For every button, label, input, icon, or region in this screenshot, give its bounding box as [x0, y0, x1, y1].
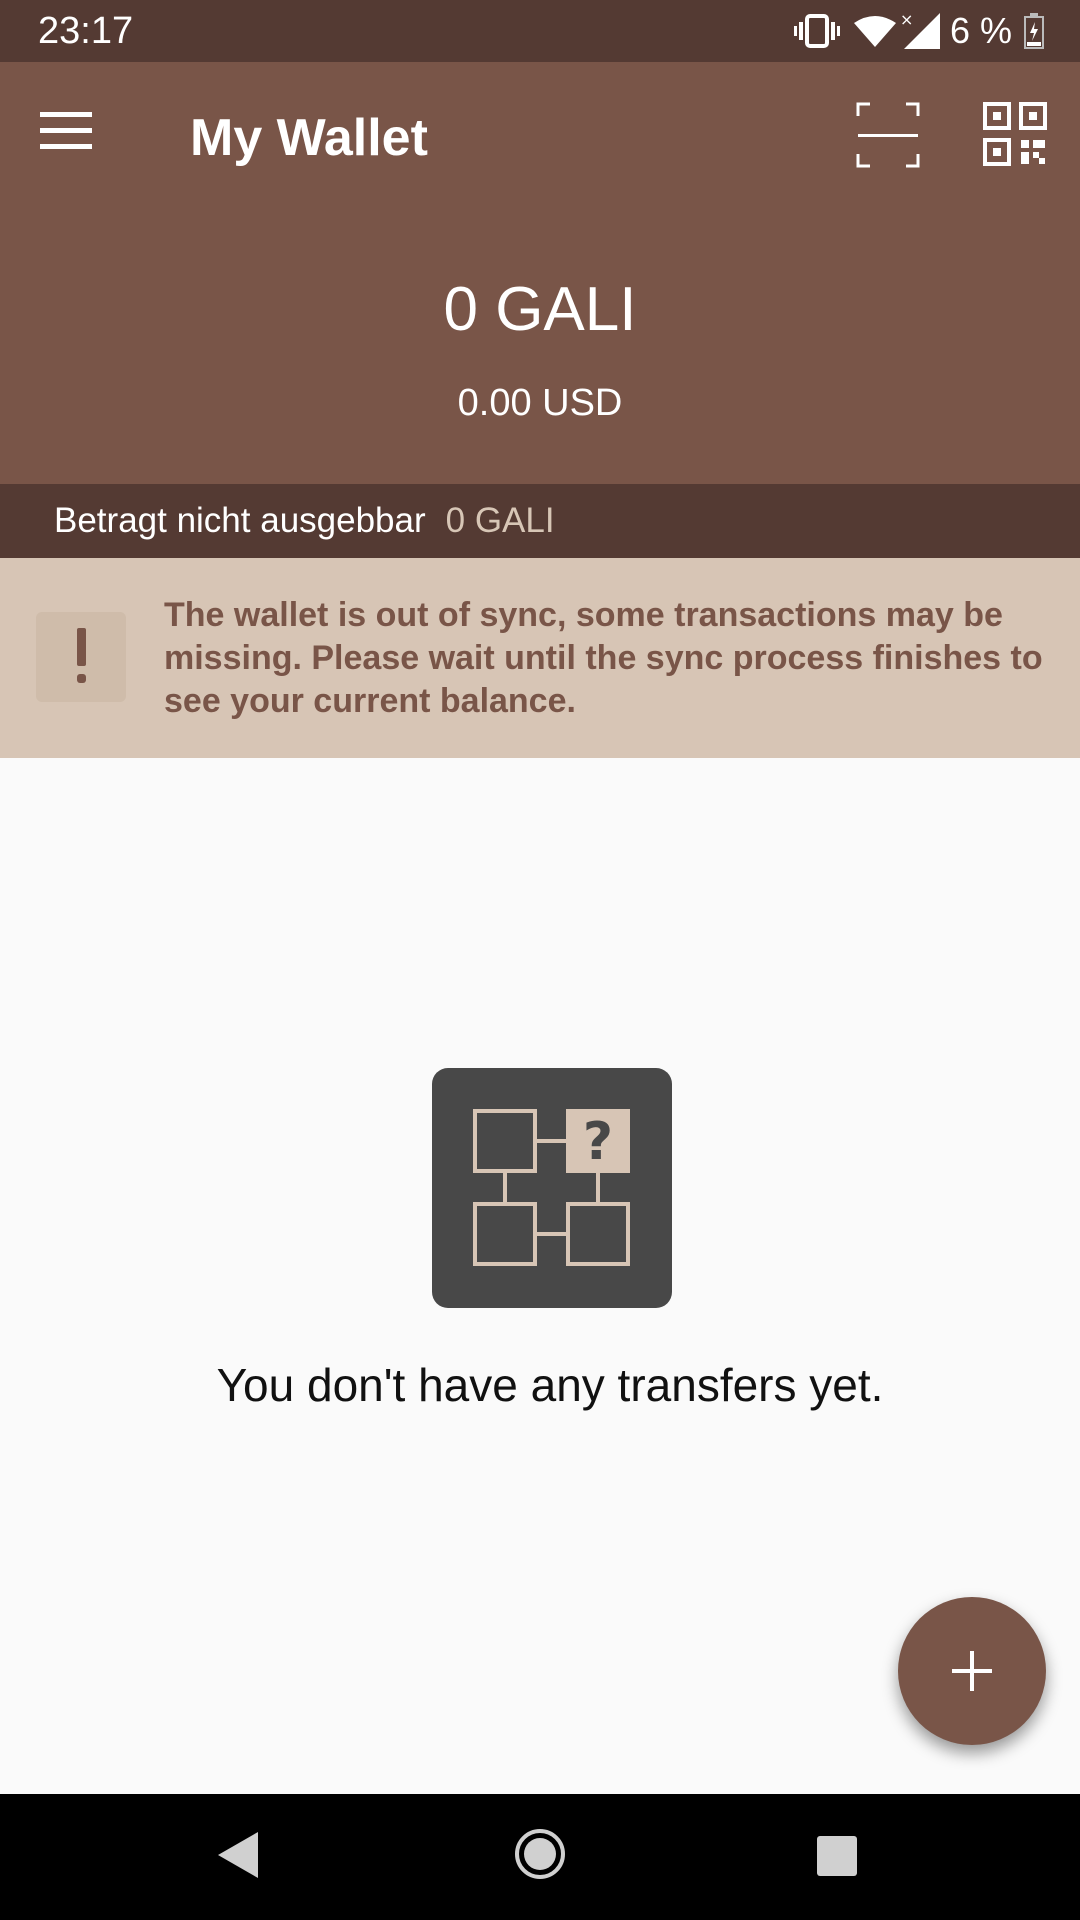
home-icon — [515, 1829, 565, 1879]
sync-warning-banner: The wallet is out of sync, some transact… — [0, 558, 1080, 758]
add-button[interactable] — [898, 1597, 1046, 1745]
empty-state-message: You don't have any transfers yet. — [216, 1359, 884, 1411]
plus-icon — [952, 1651, 992, 1691]
menu-button[interactable] — [40, 110, 106, 160]
blockchain-question-icon: ? — [432, 1068, 672, 1308]
app-bar: My Wallet 0 GALI 0.00 USD — [0, 62, 1080, 484]
status-time: 23:17 — [38, 10, 134, 52]
balance-amount: 0 GALI — [443, 275, 637, 344]
unspendable-row: Betragt nicht ausgebbar 0 GALI — [0, 484, 1080, 558]
page-title: My Wallet — [190, 109, 428, 167]
back-button[interactable] — [218, 1832, 258, 1883]
qr-code-icon — [983, 102, 1047, 166]
svg-text:?: ? — [583, 1112, 613, 1172]
exclamation-icon — [36, 612, 126, 702]
battery-percent: 6 % — [949, 10, 1012, 51]
unspendable-amount: 0 GALI — [445, 501, 555, 540]
signal-icon: × — [900, 11, 940, 51]
balance-fiat: 0.00 USD — [457, 382, 623, 424]
wifi-icon — [853, 15, 896, 47]
scan-icon — [856, 102, 920, 168]
unspendable-label: Betragt nicht ausgebbar — [54, 501, 426, 540]
svg-text:×: × — [900, 11, 913, 29]
recents-button[interactable] — [817, 1836, 857, 1881]
menu-icon — [40, 112, 92, 149]
navigation-bar — [0, 1794, 1080, 1920]
vibrate-icon — [793, 14, 840, 48]
status-icons: × 6 % — [793, 8, 1044, 54]
home-button[interactable] — [514, 1828, 566, 1885]
recents-icon — [817, 1836, 857, 1876]
scan-button[interactable] — [856, 102, 920, 168]
sync-warning-message: The wallet is out of sync, some transact… — [164, 596, 1043, 720]
battery-charging-icon — [1024, 13, 1044, 49]
qr-code-button[interactable] — [983, 102, 1047, 166]
status-bar: 23:17 × 6 % — [0, 0, 1080, 62]
back-icon — [218, 1832, 258, 1878]
